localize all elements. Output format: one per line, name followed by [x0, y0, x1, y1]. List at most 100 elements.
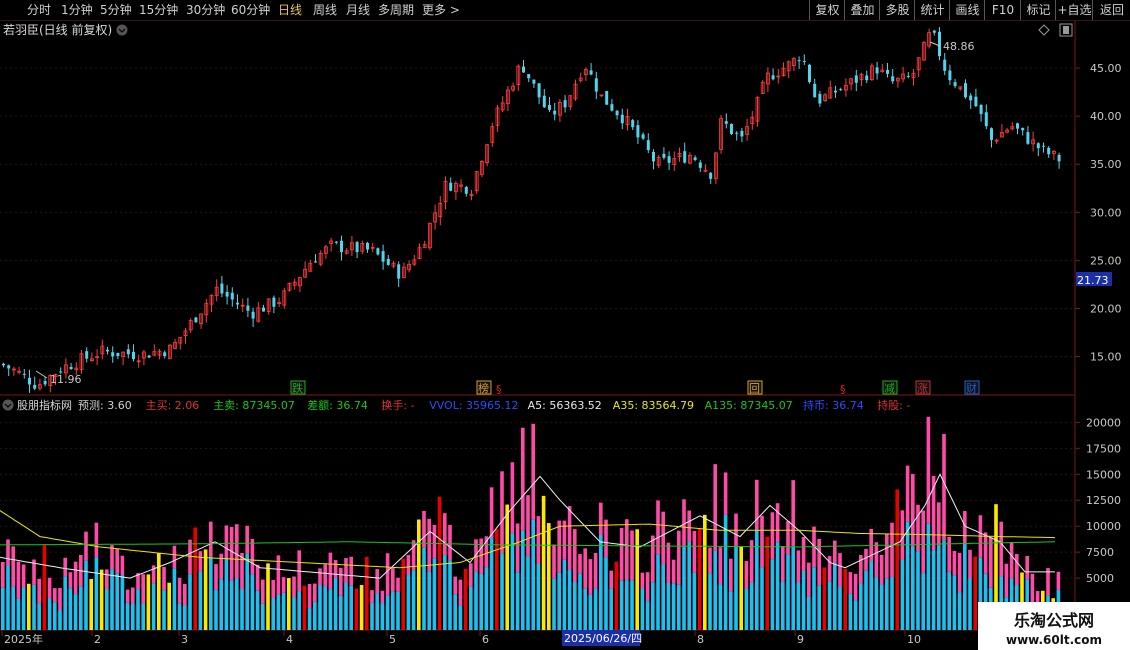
- indicator-field-2: 主卖: 87345.07: [213, 399, 295, 412]
- volume-bar: [37, 578, 41, 630]
- candle: [766, 67, 770, 92]
- event-marker-8[interactable]: 财: [964, 380, 980, 395]
- volume-bar: [729, 558, 733, 630]
- indicator-dropdown-icon[interactable]: [2, 399, 14, 411]
- event-marker-1[interactable]: 榜: [476, 380, 492, 395]
- period-10[interactable]: 更多 >: [422, 0, 460, 20]
- period-5[interactable]: 60分钟: [231, 0, 270, 20]
- candle: [376, 247, 380, 256]
- volume-bar: [479, 538, 483, 630]
- volume-bar: [94, 522, 99, 630]
- date-tick: 3: [181, 633, 188, 646]
- period-3[interactable]: 15分钟: [139, 0, 178, 20]
- period-6[interactable]: 日线: [278, 0, 302, 20]
- volume-bar: [796, 550, 801, 630]
- candle: [236, 294, 239, 310]
- candle: [932, 29, 936, 36]
- cursor-date-label: 2025/06/26/四: [564, 632, 642, 645]
- candle: [891, 69, 895, 84]
- volume-bar: [562, 520, 567, 630]
- stock-chart-canvas[interactable]: 48.86 11.96 45.00 40.00 35.00 30.00 25.00 20.…: [0, 0, 1130, 650]
- volume-bar: [801, 537, 806, 630]
- period-8[interactable]: 月线: [346, 0, 370, 20]
- toolbar-button-3[interactable]: 统计: [914, 0, 950, 20]
- event-marker-2[interactable]: §: [496, 383, 502, 396]
- candle: [672, 151, 677, 171]
- volume-tick: 17500: [1086, 442, 1121, 455]
- event-markers[interactable]: 跌 榜 § 回 § 减 涨 财: [290, 380, 980, 396]
- toolbar-button-7[interactable]: +自选: [1055, 0, 1093, 20]
- volume-bar: [469, 563, 473, 630]
- period-4[interactable]: 30分钟: [186, 0, 225, 20]
- volume-bar: [952, 551, 957, 630]
- volume-bar: [588, 559, 593, 630]
- candle: [605, 90, 609, 105]
- period-0[interactable]: 分时: [27, 0, 51, 20]
- volume-bar: [391, 567, 395, 630]
- candle: [740, 127, 744, 143]
- volume-bar: [874, 542, 879, 630]
- candle: [755, 96, 760, 127]
- price-tick: 20.00: [1090, 302, 1122, 315]
- volume-bar: [266, 563, 270, 630]
- volume-bar: [703, 514, 707, 630]
- price-tick: 35.00: [1090, 158, 1122, 171]
- candle: [334, 240, 338, 245]
- volume-bar: [27, 583, 31, 630]
- candle: [43, 377, 47, 387]
- toolbar-button-5[interactable]: F10: [984, 0, 1021, 20]
- volume-bar: [557, 520, 561, 630]
- event-marker-3[interactable]: 回: [747, 380, 763, 395]
- title-dropdown-icon[interactable]: [116, 24, 128, 36]
- watermark: 乐淘公式网 www.60lt.com: [978, 602, 1130, 650]
- candle: [126, 344, 130, 359]
- price-tick: 40.00: [1090, 110, 1122, 123]
- period-2[interactable]: 5分钟: [100, 0, 132, 20]
- candle: [500, 96, 505, 113]
- expand-icon[interactable]: [1059, 23, 1073, 37]
- volume-bar: [968, 549, 972, 630]
- volume-bar: [900, 510, 905, 630]
- period-9[interactable]: 多周期: [378, 0, 414, 20]
- event-marker-6[interactable]: 减: [882, 380, 898, 395]
- candle: [297, 277, 302, 293]
- period-1[interactable]: 1分钟: [61, 0, 93, 20]
- toolbar-button-8[interactable]: 返回: [1092, 0, 1130, 20]
- event-marker-0[interactable]: 跌: [290, 380, 306, 395]
- candle: [147, 354, 151, 358]
- toolbar-button-6[interactable]: 标记: [1020, 0, 1056, 20]
- indicator-field-6: A5: 56363.52: [528, 399, 602, 412]
- price-tick: 45.00: [1090, 62, 1122, 75]
- candle: [1052, 150, 1056, 160]
- toolbar-button-0[interactable]: 复权: [809, 0, 845, 20]
- diamond-icon[interactable]: [1038, 24, 1050, 36]
- candle: [558, 99, 562, 122]
- toolbar-button-2[interactable]: 多股: [879, 0, 915, 20]
- candle: [854, 69, 858, 92]
- event-marker-7[interactable]: 涨: [915, 380, 931, 395]
- candle: [735, 131, 739, 141]
- period-7[interactable]: 周线: [313, 0, 337, 20]
- toolbar-button-1[interactable]: 叠加: [844, 0, 880, 20]
- candle: [730, 123, 733, 136]
- volume-bar: [437, 496, 442, 630]
- candle: [277, 297, 282, 308]
- volume-bar: [443, 513, 447, 630]
- candle: [745, 118, 749, 141]
- volume-bar: [604, 519, 608, 630]
- volume-bar: [245, 525, 249, 630]
- volume-bar: [385, 553, 390, 630]
- candle: [329, 237, 334, 252]
- volume-bar: [84, 531, 88, 630]
- candle: [443, 176, 448, 210]
- candle: [230, 287, 234, 307]
- event-label: §: [496, 383, 502, 396]
- volume-bar: [651, 535, 655, 630]
- high-label: 48.86: [943, 40, 975, 53]
- event-marker-5[interactable]: §: [840, 383, 846, 396]
- volume-bar: [937, 502, 941, 630]
- candle: [272, 295, 276, 314]
- volume-bar: [765, 536, 769, 630]
- candle: [438, 196, 443, 226]
- toolbar-button-4[interactable]: 画线: [949, 0, 985, 20]
